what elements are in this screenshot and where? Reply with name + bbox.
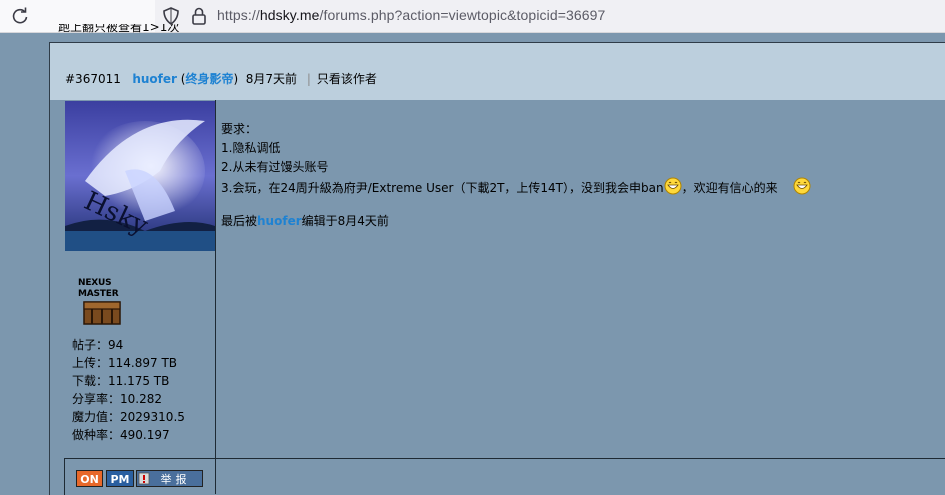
smiley-icon bbox=[664, 177, 682, 195]
only-author-link[interactable]: 只看该作者 bbox=[317, 72, 377, 86]
post-id[interactable]: #367011 bbox=[65, 72, 121, 86]
smiley-icon bbox=[793, 177, 811, 195]
avatar[interactable]: Hsky bbox=[65, 101, 215, 251]
nexus-master-badge: NEXUS MASTER bbox=[78, 278, 128, 326]
stat-download: 下载：11.175 TB bbox=[72, 374, 170, 388]
post-time: 8月7天前 bbox=[245, 72, 298, 86]
stat-posts: 帖子：94 bbox=[72, 338, 124, 352]
author-link[interactable]: huofer bbox=[132, 72, 177, 86]
online-status-button[interactable]: ON bbox=[76, 470, 103, 487]
editor-link[interactable]: huofer bbox=[257, 214, 302, 228]
stat-ratio: 分享率：10.282 bbox=[72, 392, 162, 406]
post-body: 要求： 1.隐私调低 2.从未有过馒头账号 3.会玩，在24周升級為府尹/Ext… bbox=[221, 120, 921, 198]
stat-upload: 上传：114.897 TB bbox=[72, 356, 178, 370]
url-text[interactable]: https://hdsky.me/forums.php?action=viewt… bbox=[217, 7, 605, 23]
edit-note: 最后被huofer编辑于8月4天前 bbox=[221, 214, 389, 228]
warning-icon bbox=[138, 472, 150, 485]
body-line: 要求： bbox=[221, 122, 258, 136]
author-rank: 终身影帝 bbox=[185, 72, 234, 86]
treasure-chest-icon bbox=[83, 301, 121, 325]
stat-bonus: 魔力值：2029310.5 bbox=[72, 410, 185, 424]
stat-seeding: 做种率：490.197 bbox=[72, 428, 170, 442]
truncated-heading: 跑上翻只被查看1>1次 bbox=[58, 24, 180, 33]
pm-button[interactable]: PM bbox=[106, 470, 134, 487]
body-line-3: 3.会玩，在24周升級為府尹/Extreme User（下載2T，上传14T），… bbox=[221, 177, 921, 198]
user-stats: 帖子：94 上传：114.897 TB 下载：11.175 TB 分享率：10.… bbox=[72, 336, 185, 444]
shield-icon[interactable] bbox=[162, 6, 180, 26]
post-meta: #367011 huofer (终身影帝) 8月7天前 | 只看该作者 bbox=[65, 72, 377, 86]
separator: | bbox=[306, 72, 311, 86]
reload-icon[interactable] bbox=[10, 6, 30, 26]
lock-icon[interactable] bbox=[190, 6, 208, 26]
avatar-image: Hsky bbox=[65, 101, 215, 251]
body-line: 2.从未有过馒头账号 bbox=[221, 160, 329, 174]
body-line: 1.隐私调低 bbox=[221, 141, 281, 155]
